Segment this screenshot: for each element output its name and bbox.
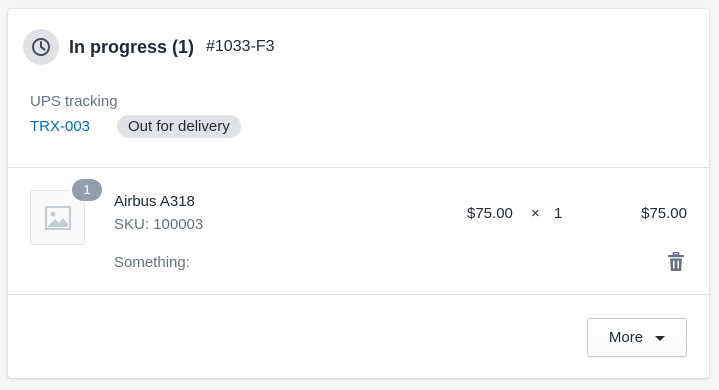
image-placeholder-icon: [44, 205, 71, 230]
tracking-number-link[interactable]: TRX-003: [30, 118, 90, 135]
remove-item-button[interactable]: [665, 250, 687, 272]
product-sku: SKU: 100003: [114, 216, 204, 233]
unit-price: $75.00: [467, 205, 513, 222]
fulfillment-header-section: In progress (1) #1033-F3 UPS tracking TR…: [8, 9, 709, 168]
delivery-status-badge: Out for delivery: [117, 115, 241, 138]
quantity-badge: 1: [72, 179, 102, 201]
trash-icon: [668, 251, 684, 271]
caret-down-icon: [655, 335, 666, 341]
product-property-label: Something:: [114, 254, 190, 271]
more-button-label: More: [608, 329, 644, 346]
status-icon-circle: [23, 29, 59, 65]
product-name: Airbus A318: [114, 193, 195, 210]
tracking-carrier-label: UPS tracking: [30, 93, 118, 110]
more-actions-button[interactable]: More: [587, 318, 687, 357]
fulfillment-order-id: #1033-F3: [206, 38, 275, 55]
line-item-row: 1 Airbus A318 SKU: 100003 Something: $75…: [8, 168, 709, 295]
fulfillment-status-title: In progress (1): [69, 37, 195, 57]
item-quantity: 1: [554, 205, 563, 222]
line-total-price: $75.00: [641, 205, 687, 222]
fulfillment-card: In progress (1) #1033-F3 UPS tracking TR…: [8, 9, 709, 378]
clock-icon: [32, 38, 50, 56]
multiply-symbol: ×: [531, 205, 540, 222]
